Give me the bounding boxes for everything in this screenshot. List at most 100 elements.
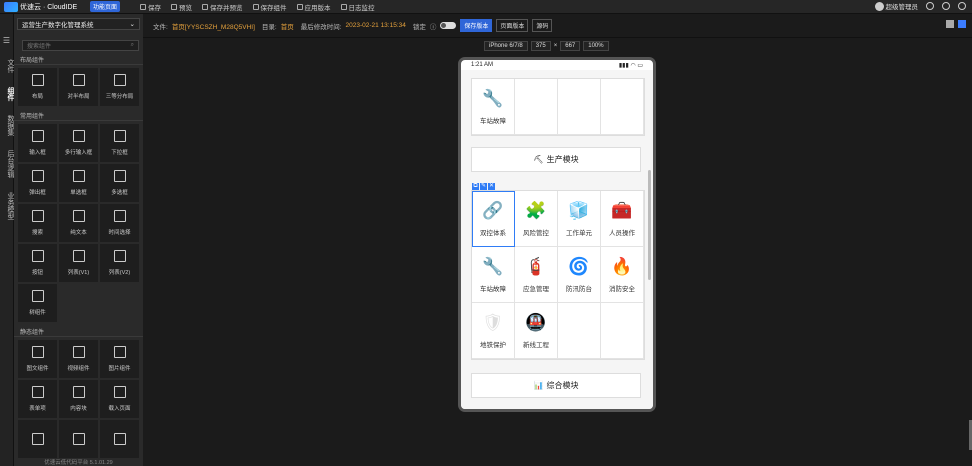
component-tile[interactable]	[100, 420, 139, 458]
rail-item-backend-logic[interactable]: 后台逻辑	[0, 150, 14, 178]
toolbar-item[interactable]: 预览	[171, 2, 192, 12]
rail-item-dataset[interactable]: 数据集	[0, 115, 14, 136]
component-tile[interactable]: 按钮	[18, 244, 57, 282]
list-view-icon[interactable]	[946, 20, 954, 28]
toolbar-item-icon	[202, 3, 209, 10]
toolbar-item[interactable]: 保存	[140, 2, 161, 12]
system-select[interactable]: 运营生产数字化管理系统 ⌄	[17, 18, 140, 30]
component-search-input[interactable]: 搜索组件 ⌕	[22, 40, 139, 51]
panel-view-icon[interactable]	[958, 20, 966, 28]
module-label: 应急管理	[523, 286, 549, 293]
component-tile[interactable]: 输入框	[18, 124, 57, 162]
component-tile[interactable]: 多选框	[100, 164, 139, 202]
close-icon[interactable]: ✕	[488, 183, 495, 190]
logo-mark-icon	[4, 1, 18, 12]
page-version-button[interactable]: 页面版本	[496, 19, 529, 32]
power-icon[interactable]	[958, 2, 966, 10]
module-tile[interactable]: 🧩 风险管控	[515, 191, 558, 247]
help-icon[interactable]	[926, 2, 934, 10]
section-general[interactable]: 📊 综合模块	[471, 373, 641, 398]
component-group-title[interactable]: 布局组件	[14, 55, 143, 65]
section-title: 综合模块	[546, 381, 579, 390]
component-tile[interactable]	[59, 420, 98, 458]
rail-item-components[interactable]: 组件	[0, 87, 14, 101]
component-tile[interactable]: 图文组件	[18, 340, 57, 378]
toolbar-item-label: 应用版本	[304, 4, 331, 12]
user-menu[interactable]: 超级管理员	[874, 1, 918, 11]
component-tile[interactable]: 下拉框	[100, 124, 139, 162]
copy-icon[interactable]: ⧉	[472, 183, 479, 190]
edit-icon[interactable]: ✎	[480, 183, 487, 190]
component-tile[interactable]: 视频组件	[59, 340, 98, 378]
phone-scrollbar[interactable]	[648, 170, 651, 280]
zoom-select[interactable]: 100%	[583, 41, 609, 51]
section-production[interactable]: ⛏ 生产模块	[471, 147, 641, 172]
device-height-input[interactable]: 667	[560, 41, 581, 51]
rail-item-file[interactable]: 文件	[0, 59, 14, 73]
toolbar-item[interactable]: 保存并预览	[202, 2, 243, 12]
component-tile[interactable]: 载入页面	[100, 380, 139, 418]
module-tile[interactable]: 🧯 应急管理	[515, 247, 558, 303]
empty-module-tile[interactable]	[601, 79, 644, 135]
toolbar-item[interactable]: 应用版本	[296, 2, 331, 12]
component-tile[interactable]: 内容块	[59, 380, 98, 418]
home-icon[interactable]	[942, 2, 950, 10]
source-button[interactable]: 源码	[532, 19, 553, 32]
component-tile[interactable]: 搜索	[18, 204, 57, 242]
component-group-title[interactable]: 常用组件	[14, 111, 143, 121]
top-module-grid: 🔧 车站故障	[471, 78, 645, 136]
component-tile[interactable]: 表单项	[18, 380, 57, 418]
component-tile[interactable]: 列表(V2)	[100, 244, 139, 282]
component-tile[interactable]: 列表(V1)	[59, 244, 98, 282]
empty-module-tile[interactable]	[558, 79, 601, 135]
component-tile[interactable]: 三等分布局	[100, 68, 139, 106]
empty-module-tile[interactable]	[515, 79, 558, 135]
device-model-select[interactable]: iPhone 6/7/8	[484, 41, 528, 51]
toolbar-item-icon	[340, 3, 347, 10]
component-tile[interactable]: 时间选择	[100, 204, 139, 242]
dimension-separator: ×	[553, 43, 558, 49]
component-tile[interactable]: 图片组件	[100, 340, 139, 378]
module-tile[interactable]: 🧰 人员操作	[601, 191, 644, 247]
toolbar: 保存 预览 保存并预览 保存组件 应用版本 日志监控	[140, 2, 375, 12]
toolbar-item[interactable]: 日志监控	[340, 2, 375, 12]
module-tile[interactable]: 🔧 车站故障	[472, 247, 515, 303]
component-tile[interactable]: 对半布局	[59, 68, 98, 106]
module-tile[interactable]: 🌀 防汛防台	[558, 247, 601, 303]
module-tile[interactable]: 🚇 新线工程	[515, 303, 558, 359]
device-width-input[interactable]: 375	[530, 41, 551, 51]
component-tile[interactable]: 弹出框	[18, 164, 57, 202]
save-version-button[interactable]: 保存版本	[460, 19, 493, 32]
toolbar-item-label: 保存	[148, 4, 162, 12]
module-label: 消防安全	[609, 286, 635, 293]
function-page-badge[interactable]: 功能页面	[90, 1, 121, 12]
phone-content[interactable]: 🔧 车站故障 ⛏ 生产模块 ⧉ ✎ ✕ 🔗 双控体系 🧩 风险管控 🧊 工作单元 🧰 人员操作 🔧 车站故…	[461, 70, 653, 409]
component-tile[interactable]: 单选框	[59, 164, 98, 202]
phone-preview: 1:21 AM ▮▮▮ ◠ ▭ 🔧 车站故障 ⛏ 生产模块 ⧉ ✎ ✕ 🔗 双控体系 🧩 风险…	[458, 57, 656, 412]
component-icon	[113, 74, 126, 86]
module-tile[interactable]: 🔥 消防安全	[601, 247, 644, 303]
rail-item-business-model[interactable]: 业务模型	[0, 192, 14, 220]
component-tile[interactable]	[18, 420, 57, 458]
lock-toggle[interactable]	[440, 22, 457, 29]
module-tile[interactable]: 🛡 地铁保护	[472, 303, 515, 359]
menu-toggle-icon[interactable]: ☰	[0, 36, 13, 45]
toolbar-item-label: 保存并预览	[210, 4, 243, 12]
empty-module-tile[interactable]	[558, 303, 601, 359]
component-tile[interactable]: 布局	[18, 68, 57, 106]
component-label: 三等分布局	[105, 94, 134, 100]
module-tile[interactable]: 🧊 工作单元	[558, 191, 601, 247]
module-tile[interactable]: 🔧 车站故障	[472, 79, 515, 135]
component-tile[interactable]: 多行输入框	[59, 124, 98, 162]
empty-module-tile[interactable]	[601, 303, 644, 359]
component-tile[interactable]: 树组件	[18, 284, 57, 322]
component-group-title[interactable]: 静态组件	[14, 327, 143, 337]
component-tile[interactable]: 纯文本	[59, 204, 98, 242]
view-toggles	[946, 20, 966, 28]
component-label: 弹出框	[29, 190, 46, 196]
component-icon	[31, 386, 44, 398]
component-icon	[113, 130, 126, 142]
component-label: 纯文本	[70, 230, 87, 236]
module-tile[interactable]: ⧉ ✎ ✕ 🔗 双控体系	[472, 183, 515, 247]
toolbar-item[interactable]: 保存组件	[252, 2, 287, 12]
